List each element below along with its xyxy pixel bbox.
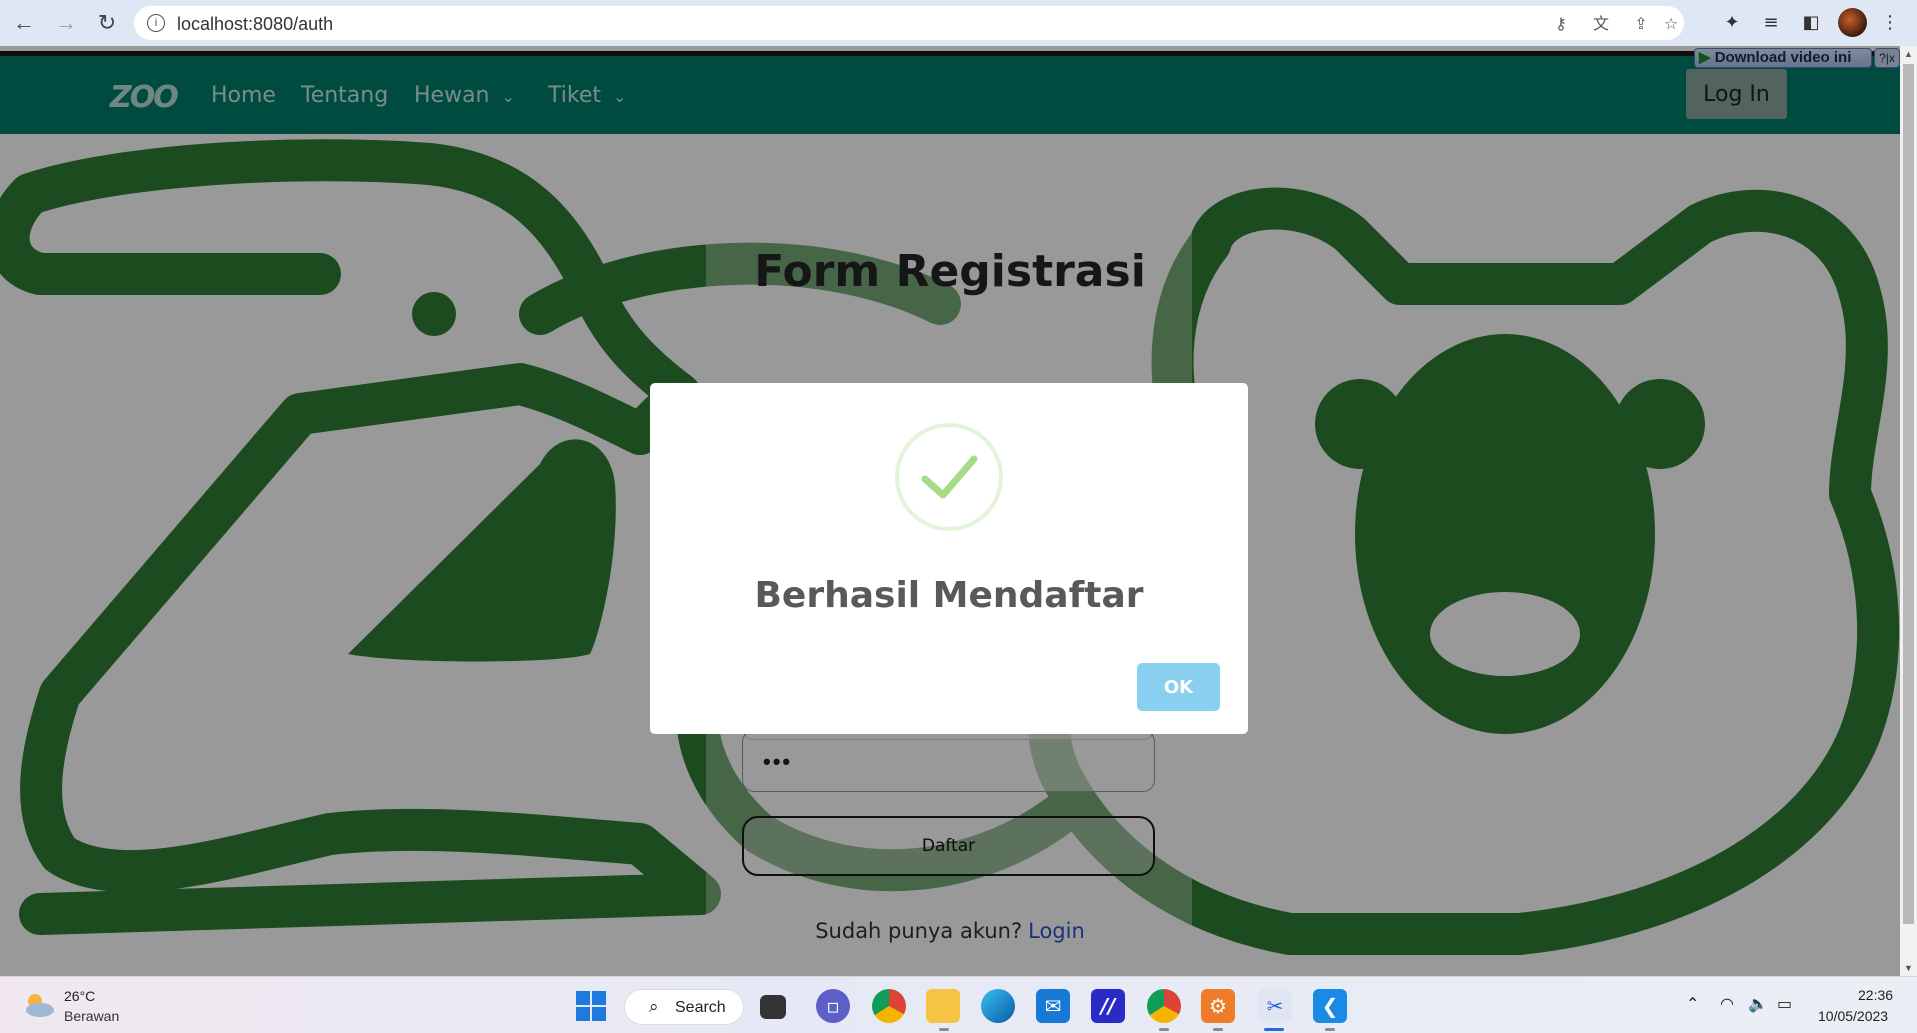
page-scrollbar[interactable]: ▲ ▼	[1900, 46, 1917, 976]
taskbar-search[interactable]: ⌕ Search	[624, 989, 744, 1025]
mail-icon[interactable]: ✉	[1036, 989, 1070, 1023]
edge-icon[interactable]	[981, 989, 1015, 1023]
scroll-down-icon[interactable]: ▼	[1904, 963, 1913, 973]
ok-button[interactable]: OK	[1137, 663, 1220, 711]
translate-icon[interactable]: 文	[1591, 14, 1611, 34]
side-panel-icon[interactable]: ◧	[1799, 11, 1823, 35]
running-indicator	[1213, 1028, 1223, 1031]
running-indicator	[939, 1028, 949, 1031]
reading-list-icon[interactable]: ≡	[1759, 11, 1783, 35]
code-editor-icon[interactable]: //	[1091, 989, 1125, 1023]
reload-icon[interactable]: ↻	[93, 9, 121, 37]
windows-start-icon[interactable]	[576, 991, 606, 1021]
checkmark-icon	[921, 455, 978, 499]
site-info-icon[interactable]: i	[147, 14, 165, 32]
battery-icon[interactable]: ▭	[1777, 994, 1792, 1013]
clock-date[interactable]: 10/05/2023	[1818, 1008, 1888, 1024]
address-bar[interactable]: i localhost:8080/auth ⚷ 文 ⇪ ☆	[134, 6, 1684, 40]
weather-cloud-sun-icon[interactable]	[22, 991, 56, 1019]
volume-icon[interactable]: 🔈	[1748, 994, 1768, 1013]
clock-time[interactable]: 22:36	[1858, 987, 1893, 1003]
url-text[interactable]: localhost:8080/auth	[177, 14, 333, 35]
back-icon[interactable]: ←	[10, 9, 38, 37]
share-icon[interactable]: ⇪	[1631, 14, 1651, 34]
file-explorer-icon[interactable]	[926, 989, 960, 1023]
modal-backdrop[interactable]: Berhasil Mendaftar OK	[0, 46, 1900, 976]
chrome-icon[interactable]	[872, 989, 906, 1023]
wifi-icon[interactable]: ◠	[1720, 994, 1734, 1013]
tray-chevron-up-icon[interactable]: ⌃	[1686, 994, 1699, 1013]
active-indicator	[1264, 1028, 1284, 1031]
search-label: Search	[675, 999, 726, 1016]
forward-icon[interactable]: →	[52, 9, 80, 37]
scrollbar-thumb[interactable]	[1903, 64, 1914, 924]
task-view-icon[interactable]	[760, 995, 786, 1019]
key-icon[interactable]: ⚷	[1551, 14, 1571, 34]
profile-avatar[interactable]	[1838, 8, 1867, 37]
success-dialog: Berhasil Mendaftar OK	[650, 383, 1248, 734]
search-icon: ⌕	[649, 997, 659, 1017]
scroll-up-icon[interactable]: ▲	[1904, 49, 1913, 59]
windows-taskbar: 26°C Berawan ⌕ Search ▫ ✉ // ⚙ ✂ ❮ ⌃ ◠ 🔈…	[0, 976, 1917, 1033]
teams-chat-icon[interactable]: ▫	[816, 989, 850, 1023]
weather-temperature[interactable]: 26°C	[64, 988, 95, 1004]
running-indicator	[1325, 1028, 1335, 1031]
bookmark-star-icon[interactable]: ☆	[1661, 14, 1681, 34]
success-check-icon	[895, 423, 1003, 531]
extensions-puzzle-icon[interactable]: ✦	[1720, 11, 1744, 35]
snipping-tool-icon[interactable]: ✂	[1258, 989, 1292, 1023]
menu-kebab-icon[interactable]: ⋮	[1878, 11, 1902, 35]
xampp-icon[interactable]: ⚙	[1201, 989, 1235, 1023]
vscode-icon[interactable]: ❮	[1313, 989, 1347, 1023]
chrome-profile-icon[interactable]	[1147, 989, 1181, 1023]
dialog-title: Berhasil Mendaftar	[754, 575, 1144, 616]
browser-toolbar: ← → ↻ i localhost:8080/auth ⚷ 文 ⇪ ☆ ✦ ≡ …	[0, 0, 1917, 46]
running-indicator	[1159, 1028, 1169, 1031]
weather-description[interactable]: Berawan	[64, 1008, 119, 1024]
